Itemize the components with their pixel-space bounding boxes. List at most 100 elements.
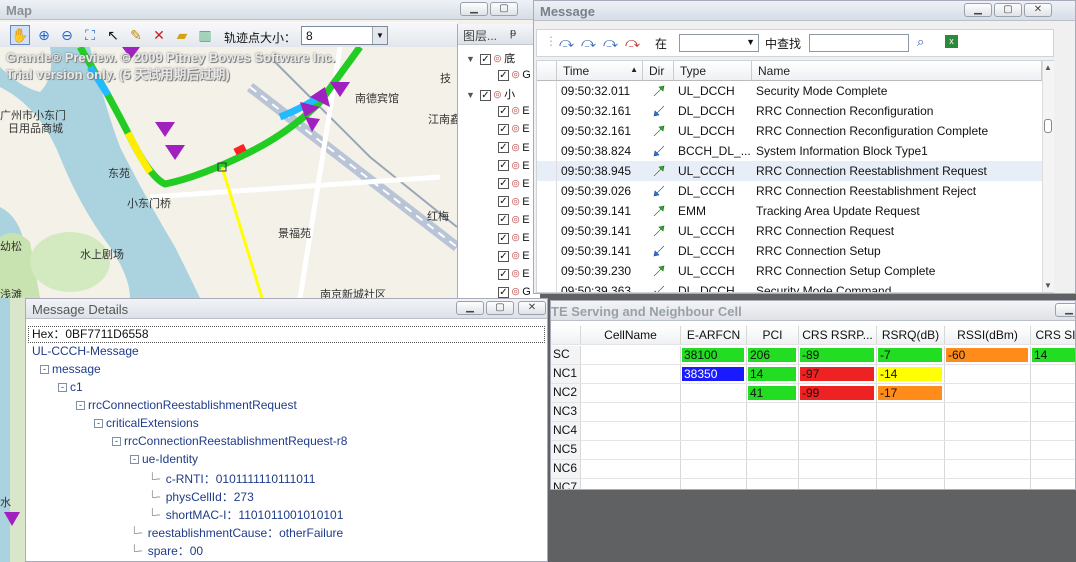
message-row[interactable]: 09:50:32.161 DL_DCCH RRC Connection Reconf… [537, 101, 1042, 121]
layer-item[interactable]: ▼ ✓ ⊚ 小 [466, 86, 515, 102]
cell-row[interactable]: NC4 [551, 422, 1075, 441]
layer-item[interactable]: ▼ ✓ ⊚ 底 [466, 50, 515, 66]
message-row[interactable]: 09:50:39.141 EMM Tracking Area Update Requ… [537, 201, 1042, 221]
collapse-toggle-icon[interactable]: - [130, 455, 139, 465]
column-header[interactable]: CRS SI [1031, 326, 1075, 344]
column-header-dir[interactable]: Dir [643, 61, 674, 81]
message-row[interactable]: 09:50:39.141 UL_CCCH RRC Connection Reques… [537, 221, 1042, 241]
open-folder-icon[interactable]: ▰ [172, 25, 192, 45]
tree-node[interactable]: └╴ c-RNTI：0101111110111011 [148, 470, 315, 487]
row-header[interactable] [537, 161, 557, 181]
minimize-button[interactable]: ▁ [460, 2, 488, 16]
full-extent-icon[interactable]: ⛶ [80, 25, 100, 45]
layer-checkbox[interactable]: ✓ [479, 89, 491, 101]
column-header-name[interactable]: Name [752, 61, 1042, 81]
close-button[interactable]: ✕ [518, 301, 546, 315]
minimize-button[interactable]: ▁ [1055, 303, 1075, 317]
search-field-select[interactable]: ▼ [679, 34, 759, 52]
select-pointer-icon[interactable]: ↖ [103, 25, 123, 45]
minimize-button[interactable]: ▁ [456, 301, 484, 315]
column-header[interactable]: RSSI(dBm) [945, 326, 1031, 344]
column-header[interactable]: CRS RSRP... [799, 326, 877, 344]
collapse-toggle-icon[interactable]: - [58, 383, 67, 393]
layer-checkbox[interactable]: ✓ [498, 250, 509, 262]
layer-item[interactable]: ✓ ⊚ E [498, 249, 530, 265]
row-header[interactable] [537, 101, 557, 121]
message-row[interactable]: 09:50:39.230 UL_CCCH RRC Connection Setup … [537, 261, 1042, 281]
layer-checkbox[interactable]: ✓ [498, 123, 509, 135]
close-button[interactable]: ✕ [1024, 3, 1052, 17]
tree-node-expandable[interactable]: - rrcConnectionReestablishmentRequest [76, 398, 297, 412]
scroll-down-icon[interactable]: ▼ [1044, 281, 1052, 290]
tree-node[interactable]: └╴ reestablishmentCause：otherFailure [130, 524, 343, 541]
delete-icon[interactable]: ✕ [149, 25, 169, 45]
maximize-button[interactable]: ▢ [490, 2, 518, 16]
cell-row[interactable]: NC7 [551, 479, 1075, 489]
layer-checkbox[interactable]: ✓ [498, 142, 509, 154]
layer-checkbox[interactable]: ✓ [498, 178, 509, 190]
row-header[interactable] [537, 121, 557, 141]
message-row[interactable]: 09:50:32.161 UL_DCCH RRC Connection Reconf… [537, 121, 1042, 141]
minimize-button[interactable]: ▁ [964, 3, 992, 17]
map-canvas[interactable] [0, 47, 457, 298]
search-icon[interactable]: ⌕ [917, 34, 924, 50]
row-header[interactable] [537, 281, 557, 292]
chevron-down-icon[interactable]: ▼ [372, 27, 387, 44]
pan-hand-icon[interactable]: ✋ [10, 25, 30, 45]
cell-row[interactable]: SC 38100 206 -89 -7 -60 14 [551, 346, 1075, 365]
column-header-type[interactable]: Type [674, 61, 752, 81]
maximize-button[interactable]: ▢ [486, 301, 514, 315]
layer-item[interactable]: ✓ ⊚ E [498, 195, 530, 211]
layer-checkbox[interactable]: ✓ [498, 214, 509, 226]
row-header[interactable] [537, 261, 557, 281]
layer-checkbox[interactable]: ✓ [479, 53, 491, 65]
pin-icon[interactable]: ᵽ [510, 27, 516, 39]
cell-row[interactable]: NC6 [551, 460, 1075, 479]
layer-checkbox[interactable]: ✓ [498, 160, 509, 172]
message-row[interactable]: 09:50:38.824 BCCH_DL_... System Informatio… [537, 141, 1042, 161]
layer-item[interactable]: ✓ ⊚ E [498, 177, 530, 193]
layer-checkbox[interactable]: ✓ [498, 105, 509, 117]
scrollbar-thumb[interactable] [1044, 119, 1052, 133]
row-header[interactable] [537, 181, 557, 201]
expand-icon[interactable]: ▼ [466, 54, 475, 64]
filter-icon[interactable]: ⤼ [559, 34, 574, 51]
column-header[interactable]: CellName [581, 326, 681, 344]
collapse-toggle-icon[interactable]: - [94, 419, 103, 429]
track-point-size-select[interactable]: 8 ▼ [301, 26, 388, 45]
message-row[interactable]: 09:50:39.363 DL_DCCH Security Mode Command [537, 281, 1042, 292]
message-row[interactable]: 09:50:39.141 DL_CCCH RRC Connection Setup [537, 241, 1042, 261]
cell-row[interactable]: NC3 [551, 403, 1075, 422]
cell-row[interactable]: NC5 [551, 441, 1075, 460]
column-header-time[interactable]: Time ▲ [557, 61, 643, 81]
filter-edit-icon[interactable]: ⤼ [603, 34, 618, 51]
search-input[interactable] [809, 34, 909, 52]
layer-item[interactable]: ✓ ⊚ E [498, 213, 530, 229]
column-header[interactable] [551, 326, 581, 344]
layer-control-icon[interactable]: ▥ [195, 25, 215, 45]
row-header[interactable] [537, 201, 557, 221]
tree-node-expandable[interactable]: - rrcConnectionReestablishmentRequest-r8 [112, 434, 347, 448]
row-header[interactable] [537, 221, 557, 241]
layer-checkbox[interactable]: ✓ [498, 69, 509, 81]
tree-node-expandable[interactable]: - message [40, 362, 101, 376]
cell-row[interactable]: NC2 41 -99 -17 [551, 384, 1075, 403]
ruler-icon[interactable]: ✎ [126, 25, 146, 45]
maximize-button[interactable]: ▢ [994, 3, 1022, 17]
layer-item[interactable]: ✓ ⊚ G [498, 68, 531, 84]
tree-node[interactable]: UL-CCCH-Message [32, 344, 139, 358]
tree-node[interactable]: └╴ shortMAC-I：1101011001010101 [148, 506, 343, 523]
message-row[interactable]: 09:50:38.945 UL_CCCH RRC Connection Reesta… [537, 161, 1042, 181]
expand-icon[interactable]: ▼ [466, 90, 475, 100]
tree-node-expandable[interactable]: - c1 [58, 380, 83, 394]
collapse-toggle-icon[interactable]: - [76, 401, 85, 411]
zoom-out-icon[interactable]: ⊖ [57, 25, 77, 45]
layer-checkbox[interactable]: ✓ [498, 268, 509, 280]
collapse-toggle-icon[interactable]: - [40, 365, 49, 375]
layer-item[interactable]: ✓ ⊚ E [498, 267, 530, 283]
message-row[interactable]: 09:50:39.026 DL_CCCH RRC Connection Reesta… [537, 181, 1042, 201]
message-row[interactable]: 09:50:32.011 UL_DCCH Security Mode Complet… [537, 81, 1042, 101]
layer-checkbox[interactable]: ✓ [498, 286, 509, 298]
message-scrollbar[interactable]: ▲ ▼ [1042, 61, 1054, 292]
row-header[interactable] [537, 141, 557, 161]
